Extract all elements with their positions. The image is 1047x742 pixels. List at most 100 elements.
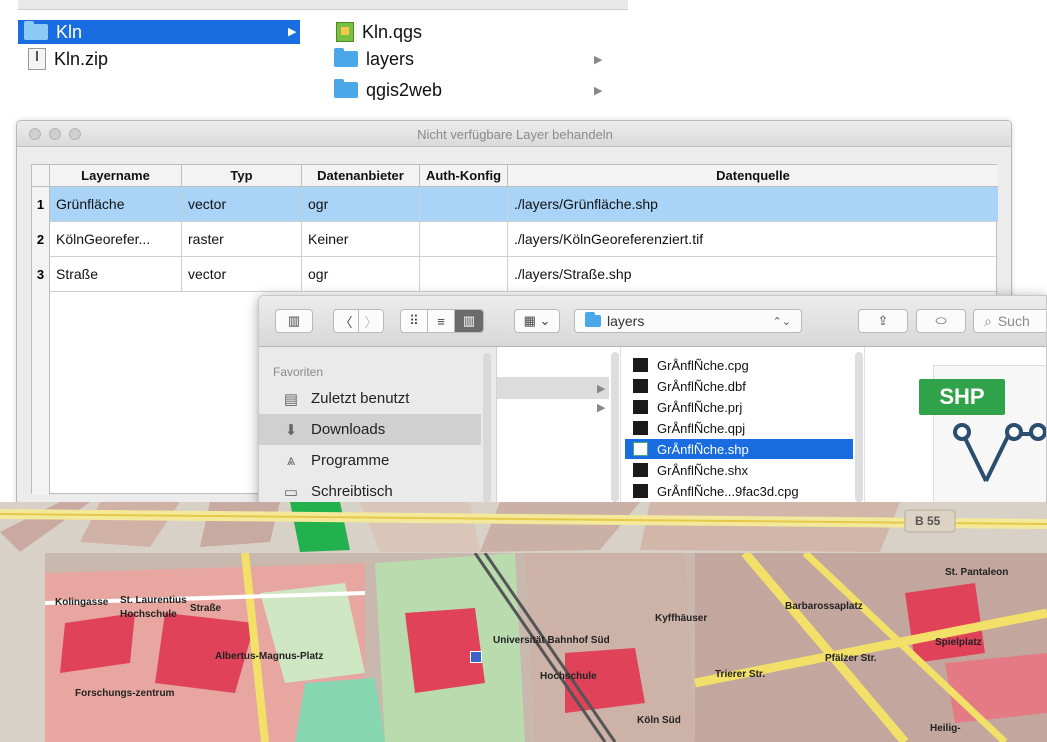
- file-preview: SHP: [865, 347, 1046, 507]
- row-header-strip: [32, 292, 50, 495]
- tag-icon: ⬭: [935, 313, 947, 328]
- column-header-typ[interactable]: Typ: [182, 165, 302, 187]
- cell-typ[interactable]: vector: [182, 257, 302, 292]
- list-item[interactable]: GrÅnflÑche.shp: [625, 439, 853, 459]
- map-label: Pfälzer Str.: [825, 653, 877, 664]
- cell-datenanbieter[interactable]: ogr: [302, 257, 420, 292]
- finder-item-kln-zip[interactable]: Kln.zip: [18, 47, 300, 71]
- list-item[interactable]: GrÅnflÑche.qpj: [625, 418, 853, 438]
- cell-layername[interactable]: KölnGeorefer...: [50, 222, 182, 257]
- clock-icon: ▤: [283, 390, 299, 408]
- map-label: Kolingasse: [55, 597, 109, 608]
- list-item[interactable]: GrÅnflÑche.dbf: [625, 376, 853, 396]
- cell-datenanbieter[interactable]: Keiner: [302, 222, 420, 257]
- cell-datenquelle[interactable]: ./layers/Straße.shp: [508, 257, 998, 292]
- shapefile-icon: [633, 442, 648, 456]
- file-label: GrÅnflÑche...9fac3d.cpg: [657, 483, 799, 499]
- finder-item-label: Kln: [56, 21, 83, 42]
- chevron-right-icon: ▶: [597, 383, 606, 395]
- cell-auth-konfig[interactable]: [420, 257, 508, 292]
- sidebar-scrollbar[interactable]: [483, 353, 491, 503]
- cell-auth-konfig[interactable]: [420, 222, 508, 257]
- path-popup-label: layers: [607, 313, 645, 329]
- list-item[interactable]: GrÅnflÑche.prj: [625, 397, 853, 417]
- file-label: GrÅnflÑche.prj: [657, 399, 743, 415]
- finder-toolbar: ▥ 〈 〉 ⠿ ≡ ▥ ▦ ⌄ layers ⌃⌄ ⇪ ⬭ ⌕ Such: [259, 296, 1046, 347]
- sidebar-toggle-button[interactable]: ▥: [275, 309, 313, 333]
- column-header-layername[interactable]: Layername: [50, 165, 182, 187]
- map-label: Köln Süd: [637, 715, 681, 726]
- search-input[interactable]: ⌕ Such: [973, 309, 1046, 333]
- file-label: GrÅnflÑche.qpj: [657, 420, 746, 436]
- column-header-datenquelle[interactable]: Datenquelle: [508, 165, 998, 187]
- search-icon: ⌕: [984, 312, 992, 329]
- sidebar-item-label: Schreibtisch: [311, 483, 393, 500]
- cell-datenquelle[interactable]: ./layers/KölnGeoreferenziert.tif: [508, 222, 998, 257]
- cell-layername[interactable]: Grünfläche: [50, 187, 182, 222]
- cell-layername[interactable]: Straße: [50, 257, 182, 292]
- map-label: Barbarossaplatz: [785, 601, 863, 612]
- list-icon: ≡: [437, 313, 445, 329]
- finder-item-layers[interactable]: layers ▶: [330, 47, 610, 71]
- sidebar-item-downloads[interactable]: ⬇ Downloads: [259, 414, 481, 445]
- row-number: 1: [32, 187, 50, 222]
- file-label: GrÅnflÑche.cpg: [657, 357, 749, 373]
- finder-item-kln[interactable]: Kln ▶: [18, 20, 300, 44]
- file-icon: [633, 484, 648, 498]
- column-scrollbar[interactable]: [855, 352, 863, 502]
- group-by-button[interactable]: ▦ ⌄: [514, 309, 560, 333]
- forward-button[interactable]: 〉: [358, 309, 384, 333]
- cell-auth-konfig[interactable]: [420, 187, 508, 222]
- path-popup[interactable]: layers ⌃⌄: [574, 309, 802, 333]
- map-label: Kyffhäuser: [655, 613, 708, 624]
- sidebar-item-programme[interactable]: ⩓ Programme: [259, 445, 481, 476]
- back-button[interactable]: 〈: [333, 309, 359, 333]
- cell-typ[interactable]: vector: [182, 187, 302, 222]
- cell-datenanbieter[interactable]: ogr: [302, 187, 420, 222]
- file-icon: [633, 400, 648, 414]
- column-selection-highlight[interactable]: [497, 377, 609, 399]
- sidebar-item-zuletzt-benutzt[interactable]: ▤ Zuletzt benutzt: [259, 383, 481, 414]
- layer-table-header: Layername Typ Datenanbieter Auth-Konfig …: [32, 165, 998, 187]
- column-view-button[interactable]: ▥: [454, 309, 484, 333]
- map-label: Spielplatz: [935, 637, 982, 648]
- row-number: 2: [32, 222, 50, 257]
- icon-view-button[interactable]: ⠿: [400, 309, 428, 333]
- list-item[interactable]: GrÅnflÑche...9fac3d.cpg: [625, 481, 853, 501]
- columns-icon: ▥: [462, 313, 476, 328]
- chevron-right-icon: ▶: [597, 402, 606, 414]
- map-label: Albertus-Magnus-Platz: [215, 651, 324, 662]
- list-item[interactable]: GrÅnflÑche.shx: [625, 460, 853, 480]
- finder-item-label: qgis2web: [366, 79, 443, 100]
- column-header-auth-konfig[interactable]: Auth-Konfig: [420, 165, 508, 187]
- column-header-datenanbieter[interactable]: Datenanbieter: [302, 165, 420, 187]
- updown-chevron-icon: ⌃⌄: [772, 315, 791, 328]
- cell-datenquelle[interactable]: ./layers/Grünfläche.shp: [508, 187, 998, 222]
- list-item[interactable]: GrÅnflÑche.cpg: [625, 355, 853, 375]
- table-row[interactable]: 1 Grünfläche vector ogr ./layers/Grünflä…: [32, 187, 998, 222]
- table-row[interactable]: 3 Straße vector ogr ./layers/Straße.shp: [32, 257, 998, 292]
- finder-item-qgis2web[interactable]: qgis2web ▶: [330, 78, 610, 102]
- finder-item-label: layers: [366, 48, 415, 69]
- dialog-title: Nicht verfügbare Layer behandeln: [417, 127, 613, 142]
- download-icon: ⬇: [284, 421, 298, 439]
- cell-typ[interactable]: raster: [182, 222, 302, 257]
- map-label: Hochschule: [120, 609, 177, 620]
- sidebar-item-label: Programme: [311, 452, 390, 469]
- dialog-titlebar: Nicht verfügbare Layer behandeln: [17, 121, 1011, 147]
- list-view-button[interactable]: ≡: [427, 309, 455, 333]
- chevron-right-icon: ▶: [594, 54, 603, 66]
- finder-item-kln-qgs[interactable]: Kln.qgs: [330, 20, 610, 44]
- folder-icon: [334, 79, 358, 98]
- map-label: St. Pantaleon: [945, 567, 1009, 578]
- finder-top-edge: [18, 0, 628, 10]
- finder-item-label: Kln.qgs: [362, 21, 423, 42]
- desktop-icon: ▭: [283, 483, 299, 501]
- map-label: Trierer Str.: [715, 669, 766, 680]
- share-button[interactable]: ⇪: [858, 309, 908, 333]
- table-row[interactable]: 2 KölnGeorefer... raster Keiner ./layers…: [32, 222, 998, 257]
- city-map-image: Kolingasse St. Laurentius Hochschule Str…: [45, 553, 1047, 742]
- tag-button[interactable]: ⬭: [916, 309, 966, 333]
- column-scrollbar[interactable]: [611, 352, 619, 502]
- finder-window: ▥ 〈 〉 ⠿ ≡ ▥ ▦ ⌄ layers ⌃⌄ ⇪ ⬭ ⌕ Such Fav…: [258, 295, 1047, 508]
